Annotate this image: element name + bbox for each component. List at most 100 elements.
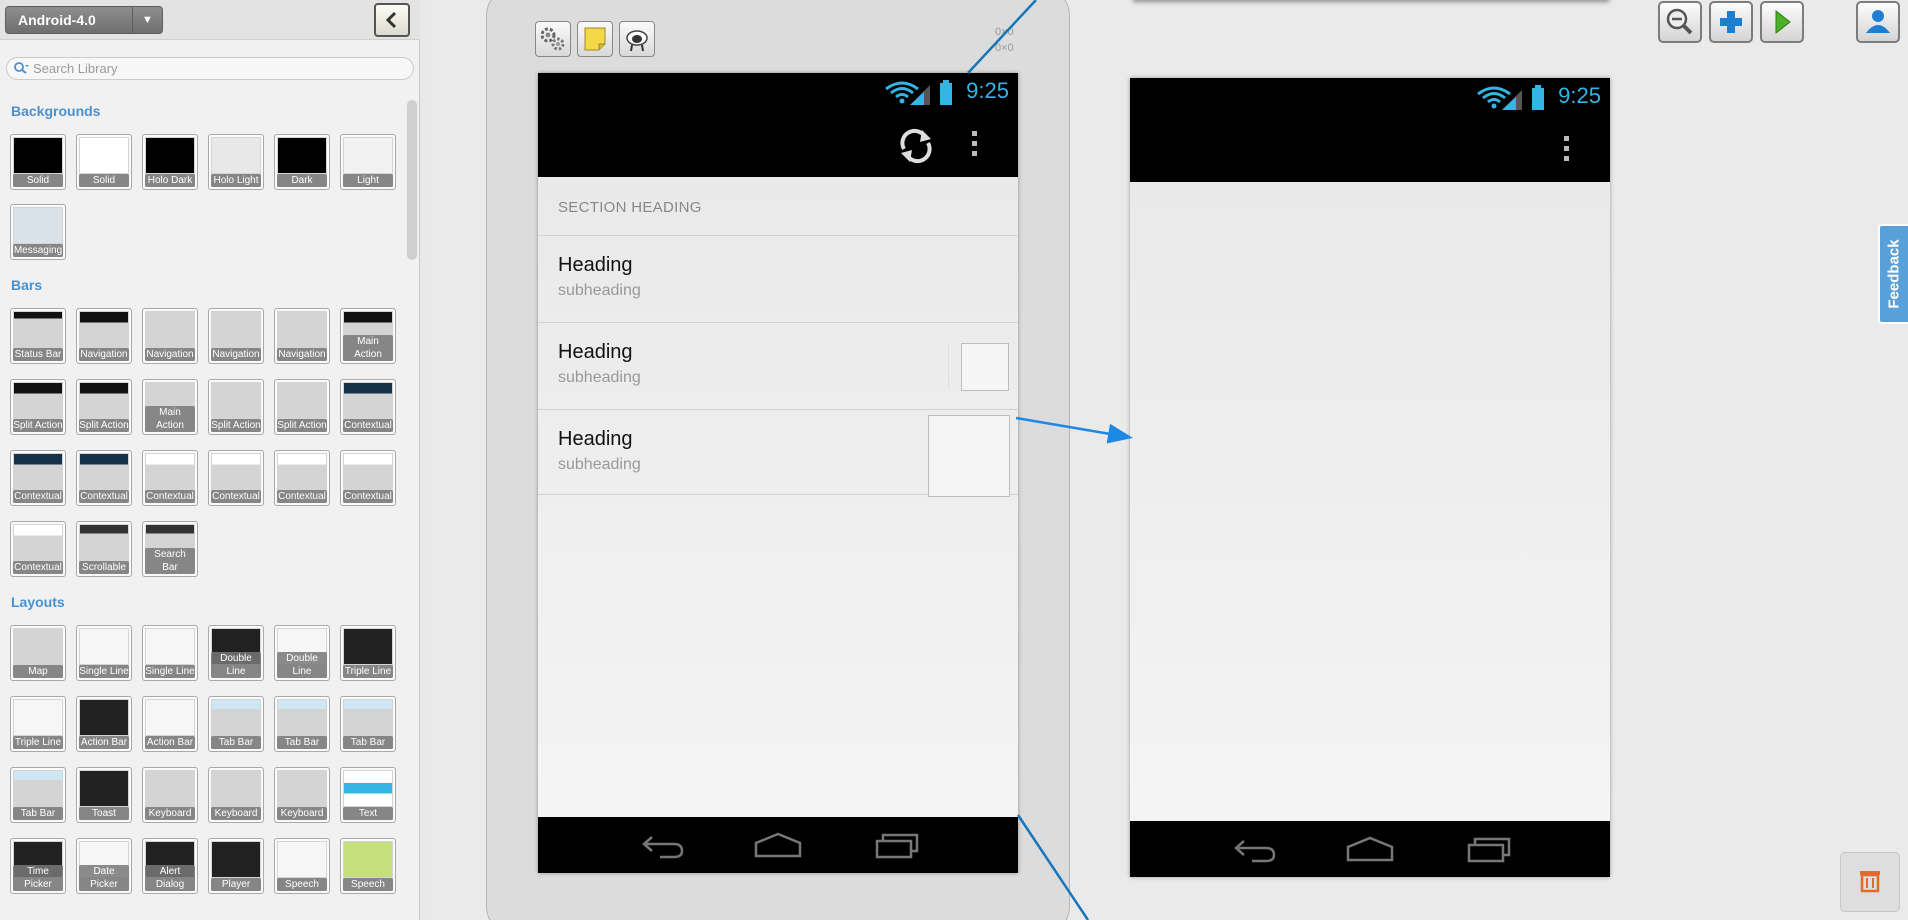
library-item-keyboard[interactable]: Keyboard: [208, 767, 264, 823]
library-item-tab-bar[interactable]: Tab Bar: [340, 696, 396, 752]
trash-button[interactable]: [1840, 852, 1900, 912]
recent-apps-icon[interactable]: [873, 829, 921, 861]
item-thumbnail: [344, 383, 392, 418]
library-item-contextual[interactable]: Contextual: [340, 450, 396, 506]
library-item-label: Split Action: [211, 419, 261, 432]
list-row-2[interactable]: Heading subheading: [538, 322, 1018, 408]
library-item-label: Double Line: [277, 652, 327, 678]
library-item-split-action[interactable]: Split Action: [76, 379, 132, 435]
refresh-icon[interactable]: [896, 127, 936, 165]
library-item-split-action[interactable]: Split Action: [208, 379, 264, 435]
list-row-3[interactable]: Heading subheading: [538, 409, 1018, 497]
account-button[interactable]: [1856, 1, 1900, 43]
library-item-contextual[interactable]: Contextual: [142, 450, 198, 506]
library-item-action-bar[interactable]: Action Bar: [76, 696, 132, 752]
home-icon[interactable]: [753, 829, 803, 861]
platform-select[interactable]: Android-4.0 ▼: [5, 6, 163, 34]
library-item-keyboard[interactable]: Keyboard: [274, 767, 330, 823]
play-button[interactable]: [1760, 1, 1804, 43]
overflow-menu-icon[interactable]: [1562, 136, 1570, 166]
library-item-label: Alert Dialog: [145, 865, 195, 891]
library-item-solid[interactable]: Solid: [76, 134, 132, 190]
zoom-out-button[interactable]: [1658, 1, 1702, 43]
library-item-text[interactable]: Text: [340, 767, 396, 823]
library-item-map[interactable]: Map: [10, 625, 66, 681]
phone-screen-1[interactable]: 9:25 SECTION HEADING Heading subheading …: [538, 73, 1018, 873]
search-icon: [14, 62, 29, 74]
status-icons: [1477, 85, 1544, 110]
library-item-light[interactable]: Light: [340, 134, 396, 190]
item-thumbnail: [212, 842, 260, 877]
library-item-contextual[interactable]: Contextual: [340, 379, 396, 435]
library-item-contextual[interactable]: Contextual: [274, 450, 330, 506]
library-item-label: Player: [211, 878, 261, 891]
section-title[interactable]: Layouts: [11, 594, 65, 610]
library-item-dark[interactable]: Dark: [274, 134, 330, 190]
library-item-player[interactable]: Player: [208, 838, 264, 894]
library-item-action-bar[interactable]: Action Bar: [142, 696, 198, 752]
library-item-toast[interactable]: Toast: [76, 767, 132, 823]
trash-icon: [1860, 871, 1880, 893]
settings-button[interactable]: [535, 21, 571, 57]
back-icon[interactable]: [1230, 833, 1278, 865]
library-item-tab-bar[interactable]: Tab Bar: [274, 696, 330, 752]
recent-apps-icon[interactable]: [1465, 833, 1513, 865]
library-scrollbar-thumb[interactable]: [407, 100, 417, 260]
library-item-single-line[interactable]: Single Line: [142, 625, 198, 681]
library-item-speech[interactable]: Speech: [274, 838, 330, 894]
screen-content: [1130, 182, 1610, 821]
feedback-tab[interactable]: Feedback: [1878, 224, 1908, 324]
home-icon[interactable]: [1345, 833, 1395, 865]
library-item-solid[interactable]: Solid: [10, 134, 66, 190]
library-item-label: Action Bar: [79, 736, 129, 749]
library-item-navigation[interactable]: Navigation: [274, 308, 330, 364]
back-icon[interactable]: [638, 829, 686, 861]
library-item-double-line[interactable]: Double Line: [208, 625, 264, 681]
design-canvas[interactable]: 0×0 0×0 9:25 SECTION HEADING Heading sub…: [428, 0, 1908, 920]
library-item-main-action[interactable]: Main Action: [142, 379, 198, 435]
library-item-time-picker[interactable]: Time Picker: [10, 838, 66, 894]
library-item-triple-line[interactable]: Triple Line: [340, 625, 396, 681]
section-title[interactable]: Bars: [11, 277, 42, 293]
action-bar: [1130, 118, 1610, 182]
library-item-contextual[interactable]: Contextual: [208, 450, 264, 506]
list-content: SECTION HEADING Heading subheading Headi…: [538, 177, 1018, 817]
item-thumbnail: [146, 312, 194, 347]
section-title[interactable]: Backgrounds: [11, 103, 100, 119]
library-item-contextual[interactable]: Contextual: [10, 450, 66, 506]
library-item-tab-bar[interactable]: Tab Bar: [208, 696, 264, 752]
library-item-holo-light[interactable]: Holo Light: [208, 134, 264, 190]
library-item-alert-dialog[interactable]: Alert Dialog: [142, 838, 198, 894]
library-item-date-picker[interactable]: Date Picker: [76, 838, 132, 894]
library-item-triple-line[interactable]: Triple Line: [10, 696, 66, 752]
library-item-double-line[interactable]: Double Line: [274, 625, 330, 681]
item-thumbnail: [344, 771, 392, 806]
library-item-speech[interactable]: Speech: [340, 838, 396, 894]
library-item-status-bar[interactable]: Status Bar: [10, 308, 66, 364]
library-item-keyboard[interactable]: Keyboard: [142, 767, 198, 823]
library-item-scrollable[interactable]: Scrollable: [76, 521, 132, 577]
library-item-navigation[interactable]: Navigation: [208, 308, 264, 364]
library-item-search-bar[interactable]: Search Bar: [142, 521, 198, 577]
library-item-navigation[interactable]: Navigation: [142, 308, 198, 364]
library-item-contextual[interactable]: Contextual: [76, 450, 132, 506]
library-item-contextual[interactable]: Contextual: [10, 521, 66, 577]
library-search-input[interactable]: Search Library: [6, 57, 414, 80]
overflow-menu-icon[interactable]: [970, 131, 978, 161]
library-item-navigation[interactable]: Navigation: [76, 308, 132, 364]
library-item-holo-dark[interactable]: Holo Dark: [142, 134, 198, 190]
library-item-messaging[interactable]: Messaging: [10, 204, 66, 260]
library-scrollbar[interactable]: [407, 100, 417, 920]
library-item-split-action[interactable]: Split Action: [274, 379, 330, 435]
notes-button[interactable]: [577, 21, 613, 57]
collapse-library-button[interactable]: [374, 3, 410, 37]
phone-screen-2[interactable]: 9:25: [1130, 78, 1610, 877]
add-screen-button[interactable]: [1709, 1, 1753, 43]
item-thumbnail: [14, 138, 62, 173]
library-item-tab-bar[interactable]: Tab Bar: [10, 767, 66, 823]
list-row-1[interactable]: Heading subheading: [538, 235, 1018, 321]
library-item-split-action[interactable]: Split Action: [10, 379, 66, 435]
library-item-single-line[interactable]: Single Line: [76, 625, 132, 681]
library-item-main-action[interactable]: Main Action: [340, 308, 396, 364]
sheep-button[interactable]: [619, 21, 655, 57]
